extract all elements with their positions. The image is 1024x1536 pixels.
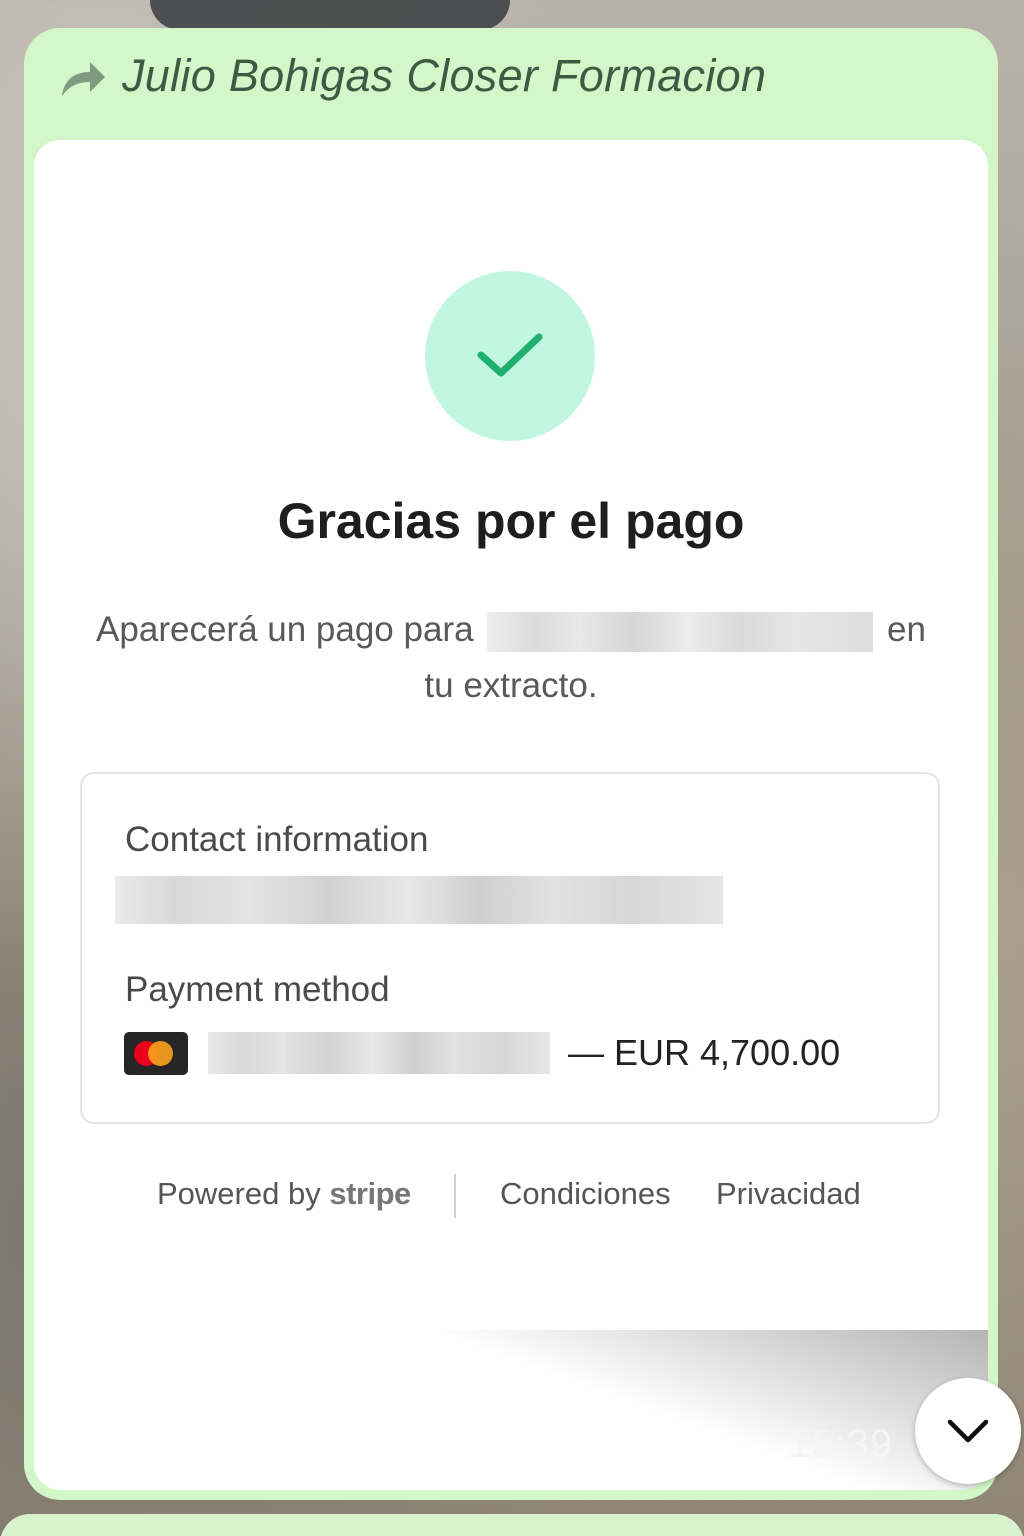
redacted-merchant (487, 611, 874, 652)
checkmark-icon (477, 333, 543, 377)
background-photo (150, 0, 510, 30)
statement-note: Aparecerá un pago para en tu extracto. (96, 602, 926, 714)
receipt-title: Gracias por el pago (277, 493, 745, 549)
footer-divider (454, 1174, 456, 1218)
statement-prefix: Aparecerá un pago para (96, 610, 474, 649)
next-message-bubble[interactable] (0, 1514, 1024, 1536)
forwarded-icon (62, 62, 105, 96)
privacy-link[interactable]: Privacidad (716, 1176, 861, 1212)
powered-by-stripe[interactable]: Powered by stripe (157, 1176, 411, 1212)
scroll-down-button[interactable] (915, 1378, 1021, 1484)
chevron-down-icon (947, 1419, 989, 1443)
redacted-contact (115, 876, 723, 924)
message-timestamp: 15:39 (788, 1422, 894, 1466)
sender-name: Julio Bohigas Closer Formacion (122, 50, 767, 101)
payment-receipt-preview[interactable]: Gracias por el pago Aparecerá un pago pa… (34, 140, 988, 1490)
payment-amount: — EUR 4,700.00 (568, 1032, 841, 1073)
terms-link[interactable]: Condiciones (500, 1176, 671, 1212)
success-badge (425, 271, 595, 441)
receipt-details: Contact information Payment method — EUR… (80, 772, 940, 1124)
stripe-logo: stripe (329, 1176, 411, 1211)
powered-by-text: Powered by (157, 1176, 321, 1211)
mastercard-icon (124, 1032, 188, 1075)
payment-method-label: Payment method (125, 970, 390, 1009)
contact-label: Contact information (125, 820, 429, 859)
redacted-card-number (208, 1032, 550, 1074)
